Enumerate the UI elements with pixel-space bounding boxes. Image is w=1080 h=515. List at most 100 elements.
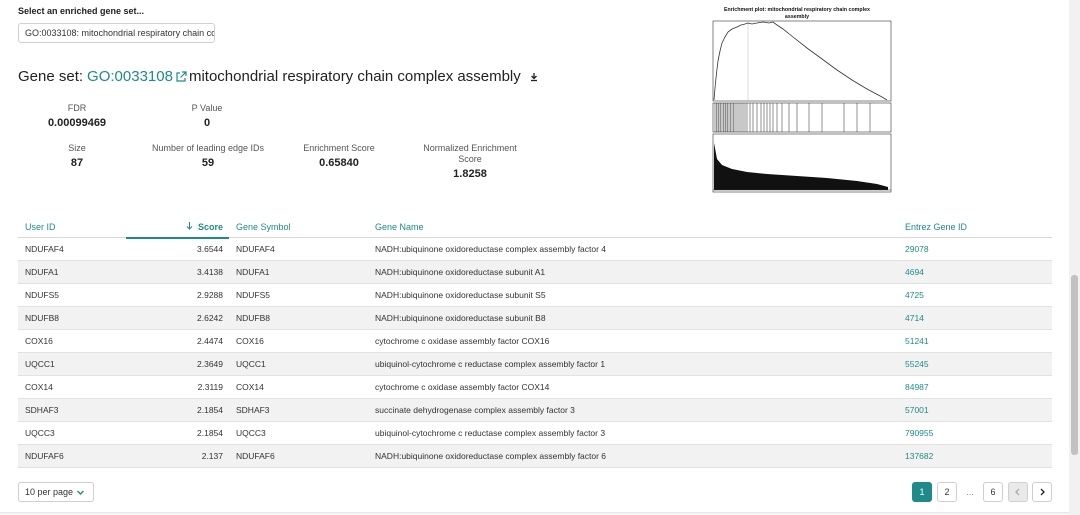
cell-entrez-link[interactable]: 84987 xyxy=(898,382,1052,392)
page-button-2[interactable]: 2 xyxy=(937,482,957,502)
stat-fdr: FDR 0.00099469 xyxy=(28,103,126,129)
stat-value: 0.00099469 xyxy=(47,117,107,129)
page-button-6[interactable]: 6 xyxy=(983,482,1003,502)
cell-gene-symbol: NDUFB8 xyxy=(236,313,271,323)
cell-user-id: NDUFAF4 xyxy=(25,244,64,254)
table-row: NDUFAF6 2.137 NDUFAF6 NADH:ubiquinone oxido… xyxy=(18,445,1052,468)
enrichment-plot: Enrichment plot: mitochondrial respirato… xyxy=(697,3,897,200)
cell-entrez-link[interactable]: 4725 xyxy=(898,290,1052,300)
download-icon[interactable] xyxy=(529,72,539,82)
column-header-gene-name[interactable]: Gene Name xyxy=(368,222,898,232)
cell-user-id: NDUFS5 xyxy=(25,290,60,300)
cell-user-id: SDHAF3 xyxy=(25,405,59,415)
gene-set-select-label: Select an enriched gene set... xyxy=(18,6,145,16)
cell-gene-symbol: UQCC1 xyxy=(236,359,266,369)
column-header-entrez[interactable]: Entrez Gene ID xyxy=(898,222,1052,232)
stat-normalized-enrichment-score: Normalized Enrichment Score 1.8258 xyxy=(415,143,525,180)
plot-title-line2: assembly xyxy=(785,14,809,20)
gene-set-id-link[interactable]: GO:0033108 xyxy=(87,68,173,85)
table-row: UQCC1 2.3649 UQCC1 ubiquinol-cytochrome c r… xyxy=(18,353,1052,376)
cell-gene-symbol: UQCC3 xyxy=(236,428,266,438)
stat-label: Number of leading edge IDs xyxy=(151,143,265,153)
cell-score: 2.4474 xyxy=(197,336,223,346)
plot-hits-panel xyxy=(712,102,892,133)
table-row: NDUFAF4 3.6544 NDUFAF4 NADH:ubiquinone oxid… xyxy=(18,238,1052,261)
plot-es-panel xyxy=(712,20,892,102)
cell-score: 2.9288 xyxy=(197,290,223,300)
cell-entrez-link[interactable]: 51241 xyxy=(898,336,1052,346)
chevron-right-icon xyxy=(1038,488,1046,496)
cell-score: 2.3119 xyxy=(197,382,223,392)
enrichment-plot-svg: Enrichment plot: mitochondrial respirato… xyxy=(712,7,892,193)
cell-gene-symbol: NDUFA1 xyxy=(236,267,270,277)
stat-value: 87 xyxy=(70,157,84,169)
stat-value: 0.65840 xyxy=(319,157,359,169)
cell-score: 2.1854 xyxy=(197,405,223,415)
cell-entrez-link[interactable]: 790955 xyxy=(898,428,1052,438)
per-page-label: 10 per page xyxy=(25,487,74,497)
column-header-score[interactable]: Score xyxy=(126,216,229,239)
plot-ranked-area xyxy=(714,143,888,190)
cell-user-id: UQCC3 xyxy=(25,428,55,438)
cell-gene-symbol: NDUFS5 xyxy=(236,290,271,300)
stat-label: FDR xyxy=(67,103,87,113)
plot-title-line1: Enrichment plot: mitochondrial respirato… xyxy=(724,7,870,13)
table-row: NDUFA1 3.4138 NDUFA1 NADH:ubiquinone oxidor… xyxy=(18,261,1052,284)
cell-gene-name: ubiquinol-cytochrome c reductase complex… xyxy=(375,359,606,369)
stat-label: Enrichment Score xyxy=(303,143,375,153)
cell-user-id: UQCC1 xyxy=(25,359,55,369)
cell-score: 3.4138 xyxy=(197,267,223,277)
gene-set-name: mitochondrial respiratory chain complex … xyxy=(188,68,521,85)
cell-entrez-link[interactable]: 4694 xyxy=(898,267,1052,277)
per-page-select[interactable]: 10 per page xyxy=(18,482,94,502)
column-header-user-id[interactable]: User ID xyxy=(18,222,126,232)
page-button-1[interactable]: 1 xyxy=(912,482,932,502)
page-scrollbar[interactable] xyxy=(1069,0,1080,515)
cell-user-id: NDUFA1 xyxy=(25,267,59,277)
cell-gene-name: NADH:ubiquinone oxidoreductase complex a… xyxy=(375,244,607,254)
cell-user-id: NDUFB8 xyxy=(25,313,60,323)
table-row: NDUFS5 2.9288 NDUFS5 NADH:ubiquinone oxidor… xyxy=(18,284,1052,307)
plot-es-curve xyxy=(713,21,888,101)
cell-gene-symbol: COX14 xyxy=(236,382,264,392)
table-body: NDUFAF4 3.6544 NDUFAF4 NADH:ubiquinone oxid… xyxy=(18,238,1052,468)
cell-entrez-link[interactable]: 4714 xyxy=(898,313,1052,323)
cell-gene-symbol: COX16 xyxy=(236,336,264,346)
stat-label: Normalized Enrichment Score xyxy=(423,143,517,164)
gene-set-select[interactable]: GO:0033108: mitochondrial respiratory ch… xyxy=(18,23,215,43)
cell-gene-name: ubiquinol-cytochrome c reductase complex… xyxy=(375,428,606,438)
cell-gene-name: NADH:ubiquinone oxidoreductase subunit A… xyxy=(375,267,546,277)
gene-table: User ID Score Gene Symbol Gene Name Entr… xyxy=(18,216,1052,468)
cell-entrez-link[interactable]: 29078 xyxy=(898,244,1052,254)
cell-gene-symbol: NDUFAF6 xyxy=(236,451,275,461)
table-row: UQCC3 2.1854 UQCC3 ubiquinol-cytochrome c r… xyxy=(18,422,1052,445)
stat-value: 0 xyxy=(203,117,211,129)
scrollbar-thumb[interactable] xyxy=(1071,275,1078,455)
cell-gene-name: cytochrome c oxidase assembly factor COX… xyxy=(375,336,550,346)
cell-entrez-link[interactable]: 137682 xyxy=(898,451,1052,461)
cell-score: 2.6242 xyxy=(197,313,223,323)
column-header-gene-symbol[interactable]: Gene Symbol xyxy=(229,222,368,232)
cell-score: 2.1854 xyxy=(197,428,223,438)
external-link-icon[interactable] xyxy=(175,70,187,83)
table-row: SDHAF3 2.1854 SDHAF3 succinate dehydrogenas… xyxy=(18,399,1052,422)
next-page-button[interactable] xyxy=(1032,482,1052,502)
stat-label: P Value xyxy=(191,103,223,113)
table-row: NDUFB8 2.6242 NDUFB8 NADH:ubiquinone oxidor… xyxy=(18,307,1052,330)
stat-pvalue: P Value 0 xyxy=(158,103,256,129)
cell-gene-name: cytochrome c oxidase assembly factor COX… xyxy=(375,382,550,392)
cell-score: 3.6544 xyxy=(197,244,223,254)
page-ellipsis: ... xyxy=(960,482,980,502)
cell-gene-name: NADH:ubiquinone oxidoreductase subunit S… xyxy=(375,290,546,300)
cell-gene-symbol: NDUFAF4 xyxy=(236,244,275,254)
cell-gene-name: NADH:ubiquinone oxidoreductase subunit B… xyxy=(375,313,546,323)
cell-entrez-link[interactable]: 55245 xyxy=(898,359,1052,369)
cell-gene-name: NADH:ubiquinone oxidoreductase complex a… xyxy=(375,451,607,461)
cell-score: 2.3649 xyxy=(197,359,223,369)
cell-entrez-link[interactable]: 57001 xyxy=(898,405,1052,415)
stat-value: 1.8258 xyxy=(453,168,487,180)
chevron-down-icon xyxy=(76,488,85,497)
chevron-left-icon xyxy=(1014,488,1022,496)
previous-page-button[interactable] xyxy=(1008,482,1028,502)
cell-user-id: COX16 xyxy=(25,336,53,346)
